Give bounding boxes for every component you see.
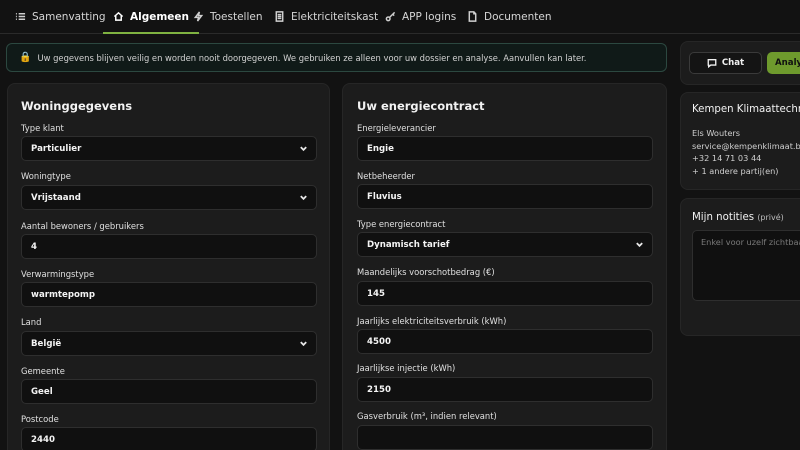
gemeente-value: Geel [31,386,53,397]
chevron-down-icon [299,339,308,348]
other-parties: + 1 andere partij(en) [692,166,779,176]
chevron-down-icon [635,240,644,249]
banner-text: Uw gegevens blijven veilig en worden noo… [37,52,587,63]
leverancier-value: Engie [367,143,394,154]
tab-label: Samenvatting [32,10,106,23]
file-icon [468,11,477,22]
bolt-icon [193,11,204,22]
verbruik-value: 4500 [367,336,391,347]
tab-label: APP logins [402,10,457,23]
leverancier-label: Energieleverancier [357,123,436,133]
type-klant-label: Type klant [21,123,64,133]
verwarming-input[interactable]: warmtepomp [21,282,317,307]
voorschot-value: 145 [367,288,385,299]
voorschot-input[interactable]: 145 [357,281,653,306]
tab-label: Elektriciteitskast [291,10,379,23]
verwarming-label: Verwarmingstype [21,269,95,279]
postcode-input[interactable]: 2440 [21,427,317,450]
verbruik-input[interactable]: 4500 [357,329,653,354]
document-icon [275,11,284,22]
notes-textarea[interactable]: Enkel voor uzelf zichtbaa [692,230,800,301]
list-icon [15,13,26,20]
tab-label: Documenten [484,10,552,23]
contracttype-value: Dynamisch tarief [367,239,450,250]
privacy-banner: 🔒 Uw gegevens blijven veilig en worden n… [6,43,667,72]
netbeheerder-input[interactable]: Fluvius [357,184,653,209]
land-value: België [31,338,62,349]
woningtype-select[interactable]: Vrijstaand [21,185,317,210]
bewoners-label: Aantal bewoners / gebruikers [21,221,144,231]
contact-name: Els Wouters [692,128,741,138]
contact-phone[interactable]: +32 14 71 03 44 [692,153,761,163]
injectie-label: Jaarlijkse injectie (kWh) [357,363,456,373]
chevron-down-icon [299,144,308,153]
woningtype-label: Woningtype [21,171,71,181]
type-klant-value: Particulier [31,143,82,154]
netbeheerder-value: Fluvius [367,191,402,202]
notes-title: Mijn notities (privé) [692,212,784,223]
contracttype-label: Type energiecontract [357,219,446,229]
tab-algemeen[interactable]: Algemeen [102,0,200,34]
analyse-button-label: Analys [775,58,800,68]
tab-elektriciteitskast[interactable]: Elektriciteitskast [274,0,378,33]
land-select[interactable]: België [21,331,317,356]
contact-email[interactable]: service@kempenklimaat.be [692,141,800,151]
woning-card: Woninggegevens Type klant Particulier Wo… [7,83,330,450]
verbruik-label: Jaarlijks elektriciteitsverbruik (kWh) [357,316,507,326]
notes-placeholder: Enkel voor uzelf zichtbaa [701,237,800,247]
tab-label: Toestellen [210,10,263,23]
postcode-value: 2440 [31,434,55,445]
leverancier-input[interactable]: Engie [357,136,653,161]
gemeente-label: Gemeente [21,366,65,376]
voorschot-label: Maandelijks voorschotbedrag (€) [357,267,495,277]
woningtype-value: Vrijstaand [31,192,81,203]
contract-title: Uw energiecontract [357,99,485,113]
woning-title: Woninggegevens [21,99,133,113]
tab-samenvatting[interactable]: Samenvatting [15,0,106,33]
gas-input[interactable] [357,425,653,450]
injectie-value: 2150 [367,384,391,395]
type-klant-select[interactable]: Particulier [21,136,317,161]
tab-bar: Samenvatting Algemeen Toestellen Elektri… [0,0,800,34]
chat-icon [707,59,717,68]
contracttype-select[interactable]: Dynamisch tarief [357,232,653,257]
gemeente-input[interactable]: Geel [21,379,317,404]
tab-toestellen[interactable]: Toestellen [193,0,263,33]
gas-label: Gasverbruik (m³, indien relevant) [357,411,497,421]
chat-button[interactable]: Chat [689,52,762,74]
injectie-input[interactable]: 2150 [357,377,653,402]
land-label: Land [21,317,42,327]
analyse-button[interactable]: Analys [767,52,800,74]
chat-button-label: Chat [721,58,745,68]
tab-app-logins[interactable]: APP logins [385,0,456,33]
notes-title-text: Mijn notities [692,212,755,223]
contract-card: Uw energiecontract Energieleverancier En… [342,83,667,450]
bewoners-input[interactable]: 4 [21,234,317,259]
bewoners-value: 4 [31,241,37,252]
tab-label: Algemeen [130,10,190,23]
netbeheerder-label: Netbeheerder [357,171,415,181]
verwarming-value: warmtepomp [31,289,96,300]
company-name: Kempen Klimaattechnie [692,104,800,115]
notes-subtitle: (privé) [757,213,784,222]
home-icon [113,11,124,21]
tab-documenten[interactable]: Documenten [467,0,552,33]
postcode-label: Postcode [21,414,59,424]
key-icon [385,11,396,22]
lock-icon: 🔒 [19,52,32,63]
chevron-down-icon [299,193,308,202]
